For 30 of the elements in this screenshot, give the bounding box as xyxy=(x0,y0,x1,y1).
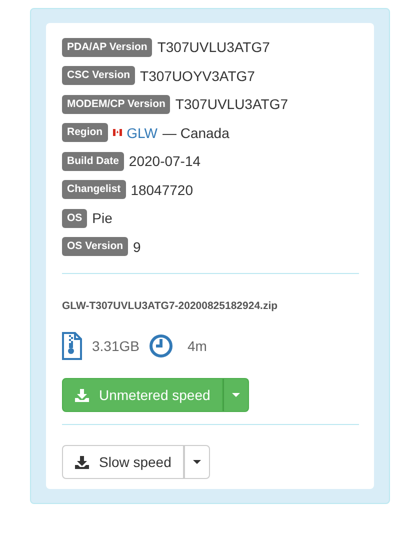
label-badge: OS Version xyxy=(62,237,128,256)
detail-value: 2020-07-14 xyxy=(128,153,201,170)
download-time: 4m xyxy=(187,338,207,354)
label-badge: Changelist xyxy=(62,180,126,200)
file-name: GLW-T307UVLU3ATG7-20200825182924.zip xyxy=(62,300,279,312)
detail-value: — Canada xyxy=(162,124,230,141)
download-icon xyxy=(75,388,89,402)
download-button[interactable]: Slow speed xyxy=(62,445,184,479)
detail-value: T307UVLU3ATG7 xyxy=(157,39,270,56)
detail-value: Pie xyxy=(92,210,112,226)
canada-flag-icon xyxy=(112,129,122,136)
detail-value: T307UOYV3ATG7 xyxy=(140,68,255,84)
caret-icon xyxy=(232,393,240,397)
detail-value: 18047720 xyxy=(130,182,193,198)
clock-icon xyxy=(149,334,174,358)
file-size: 3.31GB xyxy=(92,338,140,354)
caret-icon xyxy=(193,460,202,464)
label-badge: Region xyxy=(62,123,108,142)
label-badge: CSC Version xyxy=(62,66,136,86)
label-badge: PDA/AP Version xyxy=(62,38,152,57)
label-badge: MODEM/CP Version xyxy=(62,94,170,114)
region-link[interactable]: GLW xyxy=(126,124,158,141)
download-button[interactable]: Unmetered speed xyxy=(62,378,224,412)
zip-file-icon xyxy=(62,332,82,360)
detail-value: 9 xyxy=(133,238,141,255)
dropdown-button[interactable] xyxy=(223,378,250,412)
download-icon xyxy=(75,456,89,468)
label-badge: OS xyxy=(62,208,88,228)
detail-value: T307UVLU3ATG7 xyxy=(175,96,288,112)
label-badge: Build Date xyxy=(62,152,124,171)
